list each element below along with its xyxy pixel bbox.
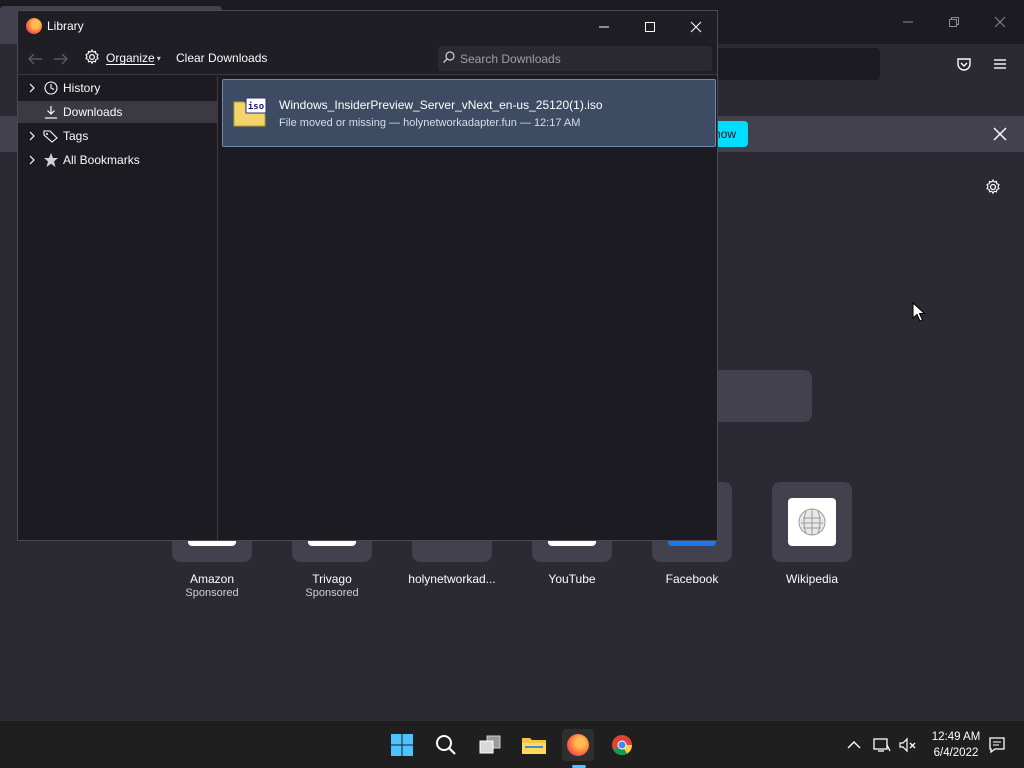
chevron-down-icon: ▾ — [156, 53, 161, 63]
clock-time: 12:49 AM — [931, 731, 981, 743]
gear-icon — [84, 48, 100, 68]
search-button[interactable] — [430, 729, 462, 761]
download-icon — [43, 104, 59, 120]
firefox-urlbar[interactable] — [700, 48, 880, 80]
svg-text:iso: iso — [248, 101, 264, 112]
chevron-right-icon[interactable] — [26, 131, 38, 141]
tile-label: holynetworkad... — [408, 572, 496, 586]
firefox-restore-icon[interactable] — [944, 12, 964, 32]
notification-center-icon[interactable] — [987, 735, 1007, 755]
organize-label: Organize — [106, 51, 155, 65]
folder-icon — [522, 738, 546, 754]
sidebar-item-downloads[interactable]: Downloads — [18, 101, 217, 123]
tile-label: Amazon — [189, 572, 235, 586]
clock-date: 6/4/2022 — [933, 747, 979, 759]
sidebar-item-label: History — [63, 81, 101, 95]
minimize-icon — [599, 26, 609, 27]
tile-label: Wikipedia — [785, 572, 839, 586]
windows-logo-icon — [391, 734, 413, 756]
task-view-button[interactable] — [474, 729, 506, 761]
clear-downloads-button[interactable]: Clear Downloads — [170, 47, 273, 69]
sidebar-item-label: Downloads — [63, 105, 123, 119]
library-toolbar: Organize ▾ Clear Downloads — [18, 42, 717, 75]
tile-sponsored-label: Sponsored — [185, 587, 239, 599]
star-icon — [43, 152, 59, 168]
search-icon — [436, 735, 456, 755]
chrome-taskbar-button[interactable] — [606, 729, 638, 761]
task-view-icon — [479, 735, 501, 754]
library-close-button[interactable] — [673, 11, 719, 42]
start-button[interactable] — [386, 729, 418, 761]
library-titlebar[interactable]: Library — [18, 11, 717, 42]
mouse-cursor-icon — [912, 302, 926, 322]
settings-gear-icon[interactable] — [983, 177, 1003, 197]
tile-label: Trivago — [312, 572, 352, 586]
search-icon — [442, 50, 456, 67]
sidebar-item-label: All Bookmarks — [63, 153, 140, 167]
firefox-logo-icon — [26, 18, 42, 34]
maximize-icon — [645, 21, 655, 32]
close-icon — [690, 21, 702, 32]
firefox-close-icon[interactable] — [990, 12, 1010, 32]
download-status: File moved or missing — holynetworkadapt… — [279, 117, 581, 129]
tile-label: YouTube — [548, 572, 596, 586]
file-explorer-button[interactable] — [518, 729, 550, 761]
downloads-list: iso Windows_InsiderPreview_Server_vNext_… — [219, 76, 717, 540]
network-icon[interactable] — [872, 735, 892, 755]
library-maximize-button[interactable] — [627, 11, 673, 42]
volume-muted-icon[interactable] — [898, 735, 918, 755]
tile-label: Facebook — [665, 572, 719, 586]
shortcut-tile-wikipedia[interactable] — [772, 482, 852, 562]
library-title: Library — [47, 19, 84, 33]
search-downloads-input[interactable] — [460, 51, 700, 66]
download-filename: Windows_InsiderPreview_Server_vNext_en-u… — [279, 98, 603, 112]
show-hidden-icons-chevron-up-icon[interactable] — [844, 735, 864, 755]
back-arrow-icon[interactable] — [26, 50, 44, 68]
tile-sponsored-label: Sponsored — [305, 587, 359, 599]
library-minimize-button[interactable] — [581, 11, 627, 42]
wikipedia-logo-icon — [788, 498, 836, 546]
sidebar-item-history[interactable]: History — [18, 77, 217, 99]
sidebar-item-all-bookmarks[interactable]: All Bookmarks — [18, 149, 217, 171]
firefox-taskbar-button[interactable] — [562, 729, 594, 761]
library-sidebar: History Downloads Tags All Bookmarks — [18, 76, 218, 540]
menu-icon[interactable] — [990, 54, 1010, 74]
library-window: Library Organize ▾ Clear Downloads Searc… — [17, 10, 718, 541]
iso-file-icon: iso — [233, 96, 267, 128]
clock-icon — [43, 80, 59, 96]
download-item[interactable]: iso Windows_InsiderPreview_Server_vNext_… — [222, 79, 716, 147]
tag-icon — [43, 128, 59, 144]
chrome-icon — [612, 735, 633, 756]
search-downloads-box[interactable] — [438, 46, 712, 71]
system-clock[interactable]: 12:49 AM 6/4/2022 — [924, 729, 988, 761]
chevron-right-icon[interactable] — [26, 83, 38, 93]
notification-close-icon[interactable] — [990, 124, 1010, 144]
organize-button[interactable]: Organize ▾ — [84, 47, 161, 69]
forward-arrow-icon[interactable] — [52, 50, 70, 68]
chevron-right-icon[interactable] — [26, 155, 38, 165]
pocket-icon[interactable] — [954, 54, 974, 74]
sidebar-item-label: Tags — [63, 129, 89, 143]
taskbar: 12:49 AM 6/4/2022 — [0, 720, 1024, 768]
firefox-icon — [567, 734, 589, 756]
sidebar-item-tags[interactable]: Tags — [18, 125, 217, 147]
firefox-minimize-icon[interactable] — [898, 12, 918, 32]
